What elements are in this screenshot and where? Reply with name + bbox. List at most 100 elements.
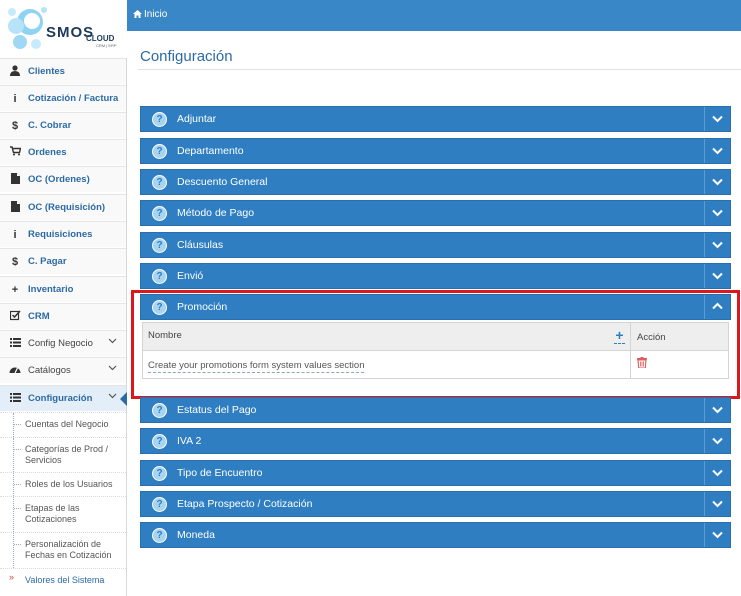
section-divider [704,264,705,288]
help-icon[interactable]: ? [152,206,167,221]
sidebar-item-label: Ordenes [28,147,67,158]
submenu-item-roles[interactable]: Roles de los Usuarios [0,472,126,496]
help-icon[interactable]: ? [152,175,167,190]
section-iva-2[interactable]: ? IVA 2 [140,428,731,454]
help-icon[interactable]: ? [152,497,167,512]
section-divider [704,429,705,453]
section-envio[interactable]: ? Envió [140,263,731,289]
submenu-item-label: Categorías de Prod / Servicios [25,444,109,465]
list-icon [8,392,22,406]
chevron-down-icon [108,336,117,348]
section-divider [704,170,705,194]
sidebar-item-c-pagar[interactable]: $ C. Pagar [0,248,126,274]
help-icon[interactable]: ? [152,466,167,481]
app-window: SMOS CLOUD CRM | ERP Clientes i Cotizaci… [0,0,741,596]
section-adjuntar[interactable]: ? Adjuntar [140,106,731,132]
help-icon[interactable]: ? [152,403,167,418]
help-icon[interactable]: ? [152,269,167,284]
chevron-down-icon[interactable] [711,144,724,157]
section-title: Cláusulas [177,239,224,251]
sidebar-item-oc-requisicion[interactable]: OC (Requisición) [0,194,126,220]
section-etapa-prospecto[interactable]: ? Etapa Prospecto / Cotización [140,491,731,517]
section-divider [704,523,705,547]
sidebar-item-oc-ordenes[interactable]: OC (Ordenes) [0,166,126,192]
submenu-item-personalizacion[interactable]: Personalización de Fechas en Cotización [0,532,126,568]
home-icon [133,10,142,18]
help-icon[interactable]: ? [152,528,167,543]
section-divider [704,461,705,485]
double-chevron-right-icon: » [9,572,15,582]
section-divider [704,139,705,163]
tree-line [13,497,21,532]
section-title: Descuento General [177,176,268,188]
sidebar-item-configuracion[interactable]: Configuración [0,385,127,411]
chevron-down-icon[interactable] [711,269,724,282]
chevron-down-icon[interactable] [711,466,724,479]
section-title: Adjuntar [177,113,217,125]
sidebar-item-label: Inventario [28,284,74,295]
chevron-down-icon[interactable] [711,238,724,251]
sidebar-item-config-negocio[interactable]: Config Negocio [0,330,126,356]
sidebar-item-cotizacion-factura[interactable]: i Cotización / Factura [0,85,126,111]
section-title: Método de Pago [177,207,255,219]
help-icon[interactable]: ? [152,434,167,449]
info-icon: i [13,93,17,105]
help-icon[interactable]: ? [152,238,167,253]
sidebar-item-label: Configuración [28,393,93,404]
dashboard-icon [8,364,22,378]
section-metodo-pago[interactable]: ? Método de Pago [140,200,731,226]
sidebar-item-label: Cotización / Factura [28,93,119,104]
sidebar-item-label: Clientes [28,66,65,77]
chevron-down-icon[interactable] [711,434,724,447]
submenu-item-valores-sistema[interactable]: » Valores del Sistema [0,568,126,592]
sidebar-item-inventario[interactable]: + Inventario [0,276,126,302]
document-icon [8,173,22,187]
sidebar-item-crm[interactable]: CRM [0,303,126,329]
section-estatus-pago[interactable]: ? Estatus del Pago [140,397,731,423]
chevron-down-icon [108,391,117,403]
info-icon: i [13,229,17,241]
section-divider [704,233,705,257]
section-descuento-general[interactable]: ? Descuento General [140,169,731,195]
tree-line [13,533,21,568]
tree-line [13,438,21,472]
sidebar-item-catalogos[interactable]: Catálogos [0,357,126,383]
section-title: Estatus del Pago [177,404,257,416]
chevron-down-icon[interactable] [711,497,724,510]
section-clausulas[interactable]: ? Cláusulas [140,232,731,258]
top-bar: Inicio [127,0,741,31]
tree-line [13,413,21,437]
submenu-item-categorias[interactable]: Categorías de Prod / Servicios [0,437,126,472]
logo[interactable]: SMOS CLOUD CRM | ERP [0,0,127,58]
help-icon[interactable]: ? [152,144,167,159]
sidebar-item-c-cobrar[interactable]: $ C. Cobrar [0,112,126,138]
chevron-down-icon[interactable] [711,112,724,125]
chevron-down-icon[interactable] [711,403,724,416]
chevron-down-icon[interactable] [711,206,724,219]
sidebar-item-label: C. Pagar [28,256,67,267]
help-icon[interactable]: ? [152,112,167,127]
chevron-down-icon [108,363,117,375]
section-departamento[interactable]: ? Departamento [140,138,731,164]
submenu-item-label: Roles de los Usuarios [25,479,113,489]
chevron-down-icon[interactable] [711,175,724,188]
dollar-icon: $ [11,256,19,268]
sidebar-item-label: CRM [28,311,50,322]
cart-icon [8,146,22,160]
user-icon [8,65,22,79]
logo-tag: CRM | ERP [96,43,117,48]
sidebar-item-requisiciones[interactable]: i Requisiciones [0,221,126,247]
breadcrumb[interactable]: Inicio [133,9,167,20]
sidebar-item-label: OC (Requisición) [28,202,106,213]
submenu-item-cuentas-negocio[interactable]: Cuentas del Negocio [0,412,126,437]
section-title: IVA 2 [177,435,202,447]
sidebar-item-label: Requisiciones [28,229,93,240]
section-divider [704,107,705,131]
sidebar-item-ordenes[interactable]: Ordenes [0,139,126,165]
sidebar-item-clientes[interactable]: Clientes [0,58,126,84]
section-tipo-encuentro[interactable]: ? Tipo de Encuentro [140,460,731,486]
section-title: Moneda [177,529,215,541]
submenu-item-etapas[interactable]: Etapas de las Cotizaciones [0,496,126,532]
chevron-down-icon[interactable] [711,528,724,541]
section-moneda[interactable]: ? Moneda [140,522,731,548]
